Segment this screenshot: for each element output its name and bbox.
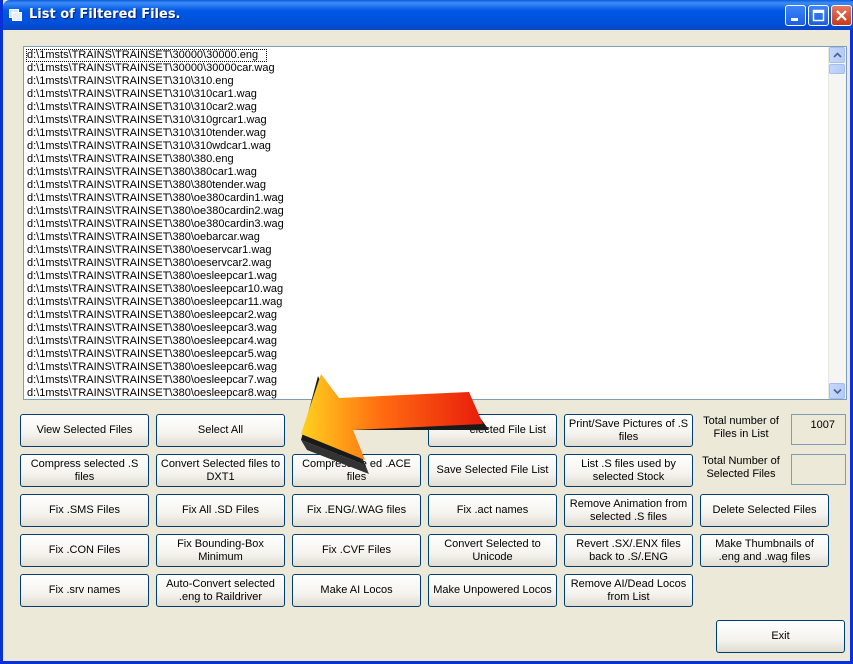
- close-button[interactable]: [831, 5, 852, 26]
- save-selected-file-list-button[interactable]: Save Selected File List: [428, 454, 557, 487]
- app-window-icon: [9, 9, 22, 21]
- list-item[interactable]: d:\1msts\TRAINS\TRAINSET\310\310car2.wag: [26, 101, 826, 114]
- list-item[interactable]: d:\1msts\TRAINS\TRAINSET\380\oe380cardin…: [26, 205, 826, 218]
- list-item[interactable]: d:\1msts\TRAINS\TRAINSET\380\oe380cardin…: [26, 192, 826, 205]
- print-save-pictures-button[interactable]: Print/Save Pictures of .S files: [564, 414, 693, 447]
- list-item[interactable]: d:\1msts\TRAINS\TRAINSET\380\oesleepcar7…: [26, 374, 826, 387]
- view-selected-files-button[interactable]: View Selected Files: [20, 414, 149, 447]
- maximize-icon: [812, 9, 825, 22]
- list-item[interactable]: d:\1msts\TRAINS\TRAINSET\380\oesleepcar6…: [26, 361, 826, 374]
- list-item[interactable]: d:\1msts\TRAINS\TRAINSET\380\380.eng: [26, 153, 826, 166]
- revert-sx-enx-button[interactable]: Revert .SX/.ENX files back to .S/.ENG: [564, 534, 693, 567]
- list-item[interactable]: d:\1msts\TRAINS\TRAINSET\380\380car1.wag: [26, 166, 826, 179]
- window-title: List of Filtered Files.: [29, 7, 181, 22]
- list-item[interactable]: d:\1msts\TRAINS\TRAINSET\380\oesleepcar1…: [26, 296, 826, 309]
- list-s-files-used-button[interactable]: List .S files used by selected Stock: [564, 454, 693, 487]
- selected-files-label: Total Number of Selected Files: [702, 455, 780, 480]
- total-files-label: Total number of Files in List: [703, 415, 779, 440]
- list-item[interactable]: d:\1msts\TRAINS\TRAINSET\380\oesleepcar3…: [26, 322, 826, 335]
- chevron-up-icon: [833, 52, 842, 58]
- fix-con-files-button[interactable]: Fix .CON Files: [20, 534, 149, 567]
- fix-act-names-button[interactable]: Fix .act names: [428, 494, 557, 527]
- fix-srv-names-button[interactable]: Fix .srv names: [20, 574, 149, 607]
- list-item[interactable]: d:\1msts\TRAINS\TRAINSET\380\380tender.w…: [26, 179, 826, 192]
- close-icon: [836, 10, 847, 21]
- delete-selected-files-button[interactable]: Delete Selected Files: [700, 494, 829, 527]
- minimize-button[interactable]: [785, 5, 806, 26]
- scroll-thumb[interactable]: [829, 64, 845, 74]
- list-item[interactable]: d:\1msts\TRAINS\TRAINSET\380\oeservcar1.…: [26, 244, 826, 257]
- remove-animation-button[interactable]: Remove Animation from selected .S files: [564, 494, 693, 527]
- scroll-down-button[interactable]: [829, 383, 845, 399]
- fix-sms-files-button[interactable]: Fix .SMS Files: [20, 494, 149, 527]
- list-item[interactable]: d:\1msts\TRAINS\TRAINSET\30000\30000.eng: [26, 49, 267, 62]
- list-item[interactable]: d:\1msts\TRAINS\TRAINSET\380\oesleepcar4…: [26, 335, 826, 348]
- selected-files-value: [791, 454, 846, 485]
- total-files-value: 1007: [791, 414, 846, 445]
- fix-bounding-box-button[interactable]: Fix Bounding-Box Minimum: [156, 534, 285, 567]
- list-item[interactable]: d:\1msts\TRAINS\TRAINSET\380\oe380cardin…: [26, 218, 826, 231]
- make-thumbnails-button[interactable]: Make Thumbnails of .eng and .wag files: [700, 534, 829, 567]
- fix-cvf-files-button[interactable]: Fix .CVF Files: [292, 534, 421, 567]
- maximize-button[interactable]: [808, 5, 829, 26]
- exit-button[interactable]: Exit: [716, 620, 845, 653]
- list-item[interactable]: d:\1msts\TRAINS\TRAINSET\310\310wdcar1.w…: [26, 140, 826, 153]
- filtered-files-list[interactable]: d:\1msts\TRAINS\TRAINSET\30000\30000.eng…: [23, 46, 847, 400]
- list-item[interactable]: d:\1msts\TRAINS\TRAINSET\310\310tender.w…: [26, 127, 826, 140]
- list-item[interactable]: d:\1msts\TRAINS\TRAINSET\380\oesleepcar1…: [26, 283, 826, 296]
- list-item[interactable]: d:\1msts\TRAINS\TRAINSET\380\oeservcar2.…: [26, 257, 826, 270]
- convert-dxt1-button[interactable]: Convert Selected files to DXT1: [156, 454, 285, 487]
- file-list-items: d:\1msts\TRAINS\TRAINSET\30000\30000.eng…: [26, 49, 826, 399]
- remove-ai-dead-locos-button[interactable]: Remove AI/Dead Locos from List: [564, 574, 693, 607]
- list-item[interactable]: d:\1msts\TRAINS\TRAINSET\30000\30000car.…: [26, 62, 826, 75]
- minimize-icon: [791, 18, 798, 21]
- fix-all-sd-files-button[interactable]: Fix All .SD Files: [156, 494, 285, 527]
- list-item[interactable]: d:\1msts\TRAINS\TRAINSET\310\310.eng: [26, 75, 826, 88]
- list-item[interactable]: d:\1msts\TRAINS\TRAINSET\380\oebarcar.wa…: [26, 231, 826, 244]
- list-item[interactable]: d:\1msts\TRAINS\TRAINSET\310\310car1.wag: [26, 88, 826, 101]
- scroll-up-button[interactable]: [829, 47, 845, 63]
- convert-to-unicode-button[interactable]: Convert Selected to Unicode: [428, 534, 557, 567]
- compress-ace-files-button[interactable]: Compress se ed .ACE files: [292, 454, 421, 487]
- make-unpowered-locos-button[interactable]: Make Unpowered Locos: [428, 574, 557, 607]
- list-item[interactable]: d:\1msts\TRAINS\TRAINSET\380\oesleepcar1…: [26, 270, 826, 283]
- vertical-scrollbar[interactable]: [828, 47, 846, 399]
- title-bar[interactable]: List of Filtered Files.: [3, 0, 853, 30]
- list-item[interactable]: d:\1msts\TRAINS\TRAINSET\380\oesleepcar8…: [26, 387, 826, 399]
- list-item[interactable]: d:\1msts\TRAINS\TRAINSET\380\oesleepcar5…: [26, 348, 826, 361]
- make-ai-locos-button[interactable]: Make AI Locos: [292, 574, 421, 607]
- fix-eng-wag-files-button[interactable]: Fix .ENG/.WAG files: [292, 494, 421, 527]
- load-selected-file-list-button[interactable]: elected File List: [428, 414, 557, 447]
- chevron-down-icon: [833, 388, 842, 395]
- list-item[interactable]: d:\1msts\TRAINS\TRAINSET\380\oesleepcar2…: [26, 309, 826, 322]
- select-all-button[interactable]: Select All: [156, 414, 285, 447]
- compress-s-files-button[interactable]: Compress selected .S files: [20, 454, 149, 487]
- auto-convert-raildriver-button[interactable]: Auto-Convert selected .eng to Raildriver: [156, 574, 285, 607]
- list-item[interactable]: d:\1msts\TRAINS\TRAINSET\310\310grcar1.w…: [26, 114, 826, 127]
- main-window: List of Filtered Files. d:\1msts\TRAINS\…: [0, 0, 853, 664]
